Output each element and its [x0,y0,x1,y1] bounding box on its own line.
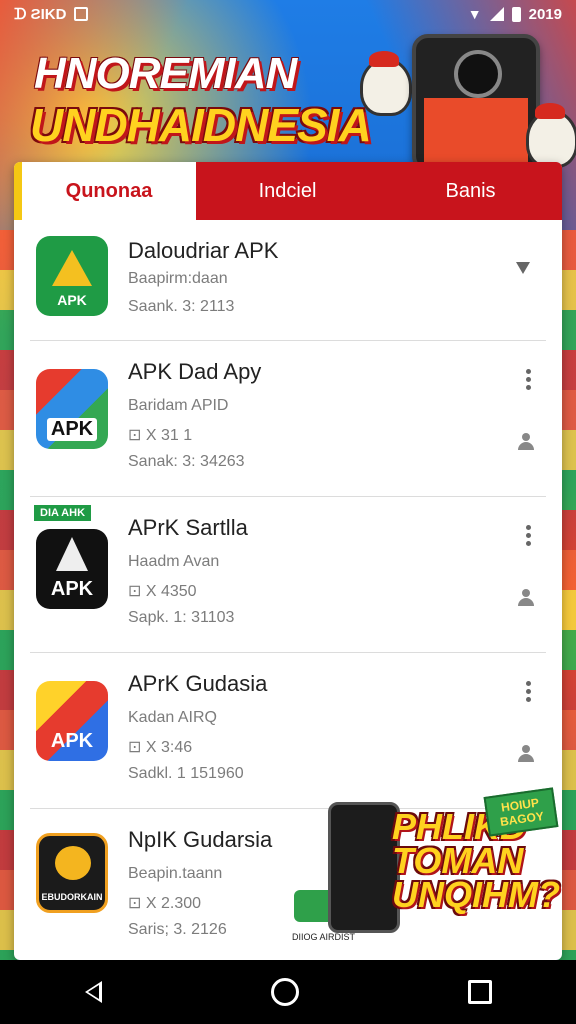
camera-lens-icon [454,50,502,98]
app-title: APrK Gudasia [128,671,268,696]
app-title: Daloudriar APK [128,238,279,263]
app-icon[interactable]: EBUDORKAIN [36,833,108,913]
more-vert-icon[interactable] [526,369,532,393]
app-publisher: Baapirm:daan [128,270,228,287]
list-item[interactable]: APK APK Dad Apy Baridam APID ⊡ X 31 1 Sa… [30,341,546,497]
mascot-icon [360,51,412,116]
app-title: NpIK Gudarsia [128,827,273,852]
app-icon[interactable]: APK [36,369,108,449]
app-title: APrK Sartlla [128,515,248,540]
home-icon[interactable] [270,978,299,1006]
app-version: ⊡ X 3:46 [128,739,193,756]
a-logo-icon [56,537,88,571]
hero-phone-illustration [412,34,540,172]
app-publisher: Beapin.taann [128,865,223,882]
tab-indciel[interactable]: Indciel [196,162,379,220]
app-version: ⊡ X 2.300 [128,895,202,912]
app-badge: DIA AHK [34,505,92,521]
user-icon[interactable] [518,745,534,763]
back-icon[interactable] [84,981,102,1003]
app-size: Saank. 3: 2113 [128,298,235,315]
tab-qunonaa[interactable]: Qunonaa [14,162,196,220]
status-left-text: ᗪ ƧIKD [14,5,67,23]
battery-icon [511,6,521,22]
more-vert-icon[interactable] [526,681,532,705]
app-icon[interactable]: APK [36,236,108,316]
triangle-logo-icon [52,250,92,286]
user-icon[interactable] [518,589,534,607]
mascot-face-icon [55,846,91,880]
hero-title: HNOREMIAN [34,49,297,98]
app-icon[interactable]: APK [36,529,108,609]
signal-icon [489,7,504,21]
hero-subtitle: UNDHAIDNESIA [30,99,372,151]
list-item[interactable]: APK Daloudriar APK Baapirm:daan Saank. 3… [30,220,546,341]
status-time: 2019 [528,5,562,23]
list-item[interactable]: APK APrK Gudasia Kadan AIRQ ⊡ X 3:46 Sad… [30,653,546,809]
navigation-bar [0,960,576,1024]
tab-bar: Qunonaa Indciel Banis [14,162,562,220]
app-publisher: Baridam APID [128,397,229,414]
promo-overlay[interactable]: DIIOG AIRDIST PHLIKD TOMAN UNQIHM? HOIUP… [292,787,562,952]
promo-phone-illustration [328,802,400,933]
app-publisher: Kadan AIRQ [128,709,217,726]
app-size: Saris; 3. 2126 [128,921,227,938]
promo-caption: DIIOG AIRDIST [292,932,356,942]
app-size: Sanak: 3: 34263 [128,453,245,470]
app-publisher: Haadm Avan [128,553,220,570]
app-icon[interactable]: APK [36,681,108,761]
hero-banner: HNOREMIAN UNDHAIDNESIA [0,30,576,172]
filter-icon[interactable] [516,262,530,274]
user-icon[interactable] [518,433,534,451]
app-size: Sadkl. 1 151960 [128,765,244,782]
more-vert-icon[interactable] [526,525,532,549]
list-item[interactable]: DIA AHK APK APrK Sartlla Haadm Avan ⊡ X … [30,497,546,653]
tab-banis[interactable]: Banis [379,162,562,220]
notification-icon [74,7,89,21]
recent-apps-icon[interactable] [467,980,492,1004]
status-bar: ᗪ ƧIKD ▼ 2019 [0,0,576,28]
mascot-icon [526,103,576,168]
app-version: ⊡ X 31 1 [128,427,193,444]
app-size: Sapk. 1: 31103 [128,609,235,626]
app-title: APK Dad Apy [128,359,262,384]
app-version: ⊡ X 4350 [128,583,197,600]
wifi-icon: ▼ [467,6,482,22]
